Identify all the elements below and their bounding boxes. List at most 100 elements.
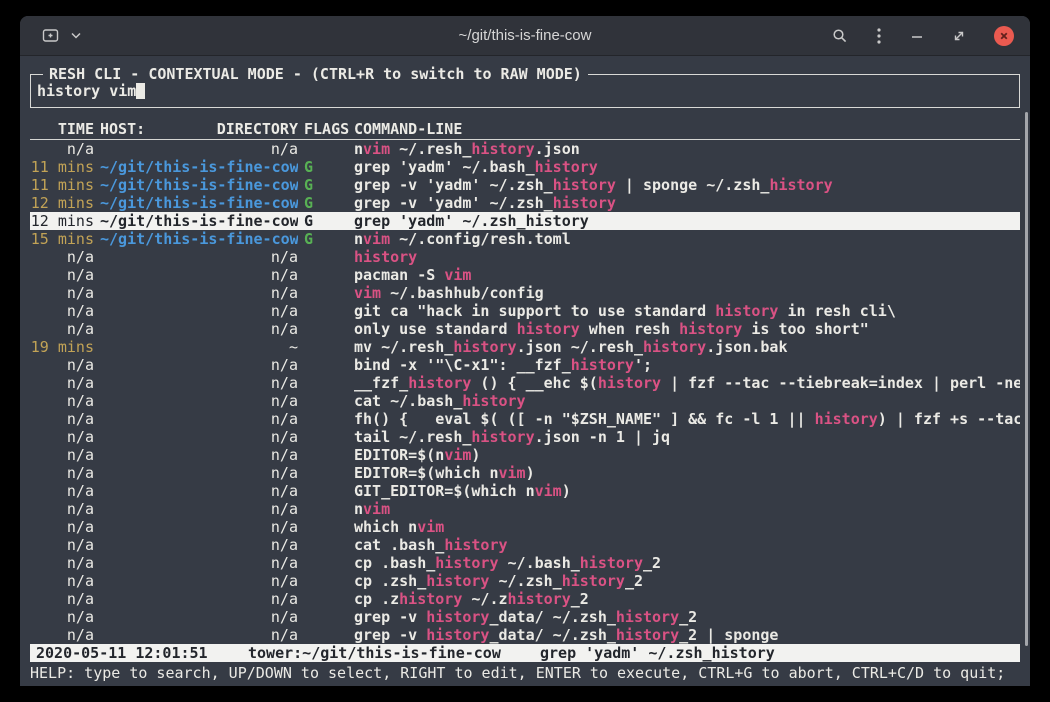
chevron-down-icon — [71, 32, 81, 39]
command-match-text: history — [769, 176, 832, 194]
row-command: cp .zhistory ~/.zhistory_2 — [354, 590, 1020, 608]
history-row[interactable]: n/an/acp .zhistory ~/.zhistory_2 — [30, 590, 1020, 608]
new-tab-button[interactable] — [42, 28, 59, 43]
command-match-text: history — [354, 248, 417, 266]
row-time: n/a — [30, 518, 94, 536]
history-row[interactable]: n/an/acat ~/.bash_history — [30, 392, 1020, 410]
command-text: _2 — [625, 572, 643, 590]
command-match-text: vim — [363, 500, 390, 518]
history-row[interactable]: 15 mins~/git/this-is-fine-cowGnvim ~/.co… — [30, 230, 1020, 248]
row-command: grep 'yadm' ~/.zsh_history — [354, 212, 1020, 230]
command-text: grep 'yadm' ~/.bash_ — [354, 158, 535, 176]
command-text: fh() { eval $( ([ -n "$ZSH_NAME" ] && fc… — [354, 410, 815, 428]
history-row[interactable]: n/an/acp .zsh_history ~/.zsh_history_2 — [30, 572, 1020, 590]
close-button[interactable] — [994, 26, 1014, 46]
history-row[interactable]: n/an/acat .bash_history — [30, 536, 1020, 554]
command-text: GIT_EDITOR=$(which n — [354, 482, 535, 500]
command-match-text: vim — [444, 266, 471, 284]
history-row[interactable]: n/an/anvim ~/.resh_history.json — [30, 140, 1020, 158]
row-time: n/a — [30, 248, 94, 266]
history-row[interactable]: n/an/afh() { eval $( ([ -n "$ZSH_NAME" ]… — [30, 410, 1020, 428]
history-row[interactable]: n/an/awhich nvim — [30, 518, 1020, 536]
command-text: git ca "hack in support to use standard — [354, 302, 715, 320]
terminal-window: ~/git/this-is-fine-cow — [20, 16, 1030, 686]
history-row[interactable]: n/an/abind -x '"\C-x1": __fzf_history'; — [30, 356, 1020, 374]
history-row[interactable]: n/an/aEDITOR=$(which nvim) — [30, 464, 1020, 482]
row-flags: G — [304, 158, 354, 176]
command-match-text: history — [598, 374, 661, 392]
row-command: grep -v 'yadm' ~/.zsh_history | sponge ~… — [354, 176, 1020, 194]
command-text: which n — [354, 518, 417, 536]
history-row[interactable]: n/an/avim ~/.bashhub/config — [30, 284, 1020, 302]
command-text: cp .zsh_ — [354, 572, 426, 590]
history-row[interactable]: n/an/aGIT_EDITOR=$(which nvim) — [30, 482, 1020, 500]
search-input[interactable]: history vim — [37, 82, 145, 100]
command-text: _2 — [571, 590, 589, 608]
search-box[interactable]: RESH CLI - CONTEXTUAL MODE - (CTRL+R to … — [30, 74, 1020, 108]
row-time: n/a — [30, 482, 94, 500]
row-command: bind -x '"\C-x1": __fzf_history'; — [354, 356, 1020, 374]
command-text: cp .bash_ — [354, 554, 435, 572]
history-row[interactable]: n/an/apacman -S vim — [30, 266, 1020, 284]
command-match-text: history — [453, 338, 516, 356]
row-directory: n/a — [100, 140, 298, 158]
history-row[interactable]: n/an/acp .bash_history ~/.bash_history_2 — [30, 554, 1020, 572]
row-time: 12 mins — [30, 194, 94, 212]
history-row[interactable]: n/an/agit ca "hack in support to use sta… — [30, 302, 1020, 320]
history-row[interactable]: 11 mins~/git/this-is-fine-cowGgrep -v 'y… — [30, 176, 1020, 194]
history-row[interactable]: 19 mins~mv ~/.resh_history.json ~/.resh_… — [30, 338, 1020, 356]
minimize-button[interactable] — [910, 29, 924, 43]
history-row[interactable]: n/an/aEDITOR=$(nvim) — [30, 446, 1020, 464]
row-command: __fzf_history () { __ehc $(history | fzf… — [354, 374, 1020, 392]
search-button[interactable] — [832, 28, 848, 44]
command-text: grep -v 'yadm' ~/.zsh_ — [354, 194, 553, 212]
menu-button[interactable] — [876, 27, 882, 45]
command-match-text: vim — [417, 518, 444, 536]
history-row[interactable]: n/an/ahistory — [30, 248, 1020, 266]
row-time: n/a — [30, 302, 94, 320]
row-flags: G — [304, 176, 354, 194]
history-row[interactable]: 11 mins~/git/this-is-fine-cowGgrep 'yadm… — [30, 158, 1020, 176]
row-flags: G — [304, 230, 354, 248]
tab-list-dropdown-button[interactable] — [71, 32, 81, 39]
row-time: n/a — [30, 266, 94, 284]
titlebar: ~/git/this-is-fine-cow — [20, 16, 1030, 56]
row-command: which nvim — [354, 518, 1020, 536]
row-time: n/a — [30, 140, 94, 158]
command-match-text: history — [580, 554, 643, 572]
scrollbar[interactable] — [1025, 112, 1028, 646]
history-row[interactable]: n/an/agrep -v history_data/ ~/.zsh_histo… — [30, 626, 1020, 644]
history-row[interactable]: n/an/anvim — [30, 500, 1020, 518]
row-flags — [304, 518, 354, 536]
command-text: () { __ehc $( — [471, 374, 597, 392]
command-text: _data/ ~/.zsh_ — [489, 608, 615, 626]
command-text: in resh cli\ — [778, 302, 895, 320]
mode-title: RESH CLI - CONTEXTUAL MODE - (CTRL+R to … — [43, 65, 588, 83]
history-row[interactable]: 12 mins~/git/this-is-fine-cowGgrep 'yadm… — [30, 212, 1020, 230]
history-row[interactable]: 12 mins~/git/this-is-fine-cowGgrep -v 'y… — [30, 194, 1020, 212]
history-row[interactable]: n/an/a__fzf_history () { __ehc $(history… — [30, 374, 1020, 392]
restore-button[interactable] — [952, 29, 966, 43]
command-text: .json.bak — [706, 338, 787, 356]
command-match-text: vim — [363, 140, 390, 158]
row-directory: ~/git/this-is-fine-cow — [100, 212, 298, 230]
command-match-text: vim — [535, 482, 562, 500]
history-row[interactable]: n/an/atail ~/.resh_history.json -n 1 | j… — [30, 428, 1020, 446]
row-flags — [304, 284, 354, 302]
row-flags: G — [304, 194, 354, 212]
command-text: _2 | sponge — [679, 626, 778, 644]
row-flags: G — [304, 212, 354, 230]
row-flags — [304, 482, 354, 500]
kebab-menu-icon — [876, 27, 882, 45]
terminal-content: RESH CLI - CONTEXTUAL MODE - (CTRL+R to … — [20, 56, 1030, 685]
history-row[interactable]: n/an/aonly use standard history when res… — [30, 320, 1020, 338]
command-text: pacman -S — [354, 266, 444, 284]
command-text: grep -v 'yadm' ~/.zsh_ — [354, 176, 553, 194]
command-match-text: history — [408, 374, 471, 392]
row-directory: n/a — [100, 374, 298, 392]
command-text: .json -n 1 | jq — [535, 428, 670, 446]
command-match-text: history — [426, 626, 489, 644]
column-header-time: TIME — [30, 120, 94, 139]
command-text: .json ~/.resh_ — [517, 338, 643, 356]
history-row[interactable]: n/an/agrep -v history_data/ ~/.zsh_histo… — [30, 608, 1020, 626]
